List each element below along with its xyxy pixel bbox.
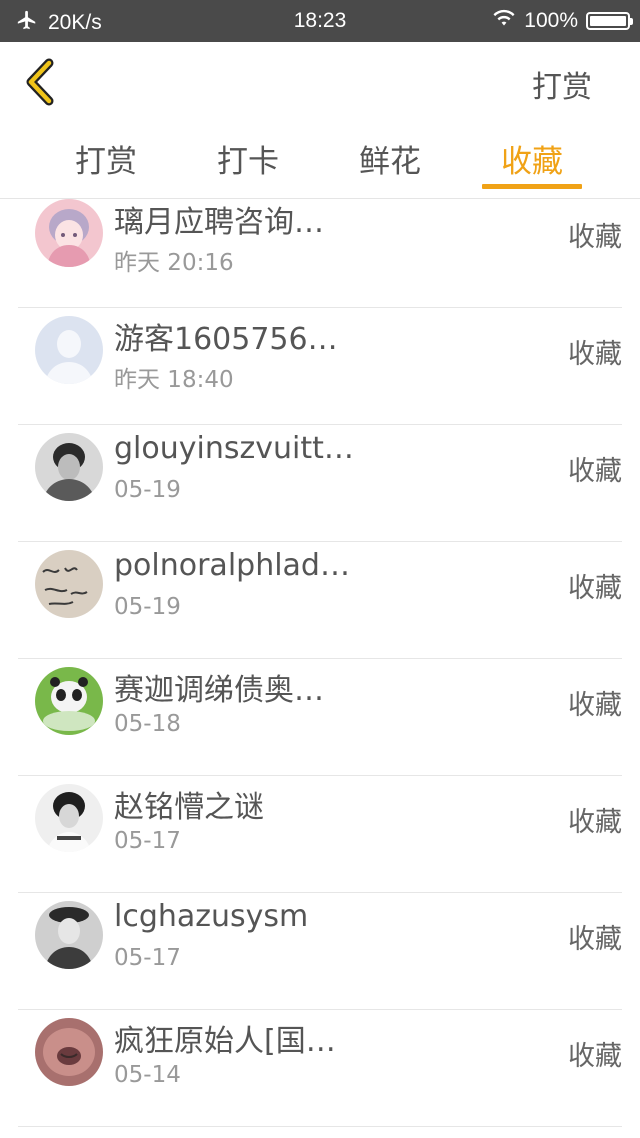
avatar bbox=[35, 433, 103, 501]
navigation-bar: 打赏 bbox=[0, 42, 640, 120]
timestamp: 昨天 18:40 bbox=[114, 367, 234, 393]
timestamp: 05-14 bbox=[114, 1062, 181, 1088]
list-item[interactable]: lcghazusysm 05-17 收藏 bbox=[18, 893, 622, 1010]
avatar bbox=[35, 550, 103, 618]
user-name: 璃月应聘咨询… bbox=[114, 205, 324, 240]
avatar bbox=[35, 901, 103, 969]
list-item[interactable]: 游客1605756… 昨天 18:40 收藏 bbox=[18, 308, 622, 425]
avatar bbox=[35, 199, 103, 267]
action-label: 收藏 bbox=[568, 456, 622, 487]
action-label: 收藏 bbox=[568, 1041, 622, 1072]
wifi-icon bbox=[492, 8, 516, 34]
tab-checkin[interactable]: 打卡 bbox=[198, 136, 298, 181]
status-right: 100% bbox=[492, 8, 633, 34]
list-item[interactable]: 疯狂原始人[国… 05-14 收藏 bbox=[18, 1010, 622, 1127]
user-name: lcghazusysm bbox=[114, 899, 309, 934]
action-label: 收藏 bbox=[568, 339, 622, 370]
tab-label: 打赏 bbox=[75, 144, 137, 180]
user-name: 赛迦调绨债奥… bbox=[114, 673, 324, 708]
list-item[interactable]: glouyinszvuitt… 05-19 收藏 bbox=[18, 425, 622, 542]
battery-percent: 100% bbox=[524, 9, 578, 32]
avatar bbox=[35, 667, 103, 735]
timestamp: 05-19 bbox=[114, 477, 181, 503]
timestamp: 05-18 bbox=[114, 711, 181, 737]
user-name: glouyinszvuitt… bbox=[114, 431, 354, 466]
timestamp: 05-17 bbox=[114, 945, 181, 971]
list-item[interactable]: polnoralphlad… 05-19 收藏 bbox=[18, 542, 622, 659]
tab-bar: 打赏 打卡 鲜花 收藏 bbox=[0, 120, 640, 199]
avatar bbox=[35, 1018, 103, 1086]
tab-label: 打卡 bbox=[217, 144, 279, 180]
back-button[interactable] bbox=[22, 56, 62, 108]
chevron-left-icon bbox=[26, 58, 54, 106]
user-name: polnoralphlad… bbox=[114, 548, 350, 583]
avatar bbox=[35, 784, 103, 852]
action-label: 收藏 bbox=[568, 924, 622, 955]
tab-reward[interactable]: 打赏 bbox=[56, 136, 156, 181]
timestamp: 05-17 bbox=[114, 828, 181, 854]
list-item[interactable]: 璃月应聘咨询… 昨天 20:16 收藏 bbox=[18, 191, 622, 308]
timestamp: 05-19 bbox=[114, 594, 181, 620]
tab-favorites[interactable]: 收藏 bbox=[482, 136, 582, 189]
tab-label: 收藏 bbox=[501, 144, 563, 180]
list-item[interactable]: 赛迦调绨债奥… 05-18 收藏 bbox=[18, 659, 622, 776]
list-item[interactable]: 赵铭懵之谜 05-17 收藏 bbox=[18, 776, 622, 893]
tab-flowers[interactable]: 鲜花 bbox=[340, 136, 440, 181]
avatar bbox=[35, 316, 103, 384]
action-label: 收藏 bbox=[568, 573, 622, 604]
status-bar: 20K/s 18:23 100% bbox=[0, 0, 640, 42]
action-label: 收藏 bbox=[568, 690, 622, 721]
timestamp: 昨天 20:16 bbox=[114, 250, 234, 276]
battery-icon bbox=[586, 12, 633, 30]
user-name: 疯狂原始人[国… bbox=[114, 1024, 336, 1059]
tab-underline-active bbox=[482, 184, 582, 189]
action-label: 收藏 bbox=[568, 807, 622, 838]
user-name: 游客1605756… bbox=[114, 322, 338, 357]
action-label: 收藏 bbox=[568, 222, 622, 253]
tab-label: 鲜花 bbox=[359, 144, 421, 180]
user-name: 赵铭懵之谜 bbox=[114, 790, 264, 825]
nav-title[interactable]: 打赏 bbox=[532, 62, 592, 106]
